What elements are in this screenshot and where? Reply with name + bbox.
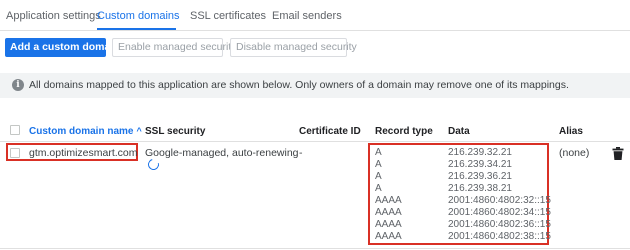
column-header-ssl: SSL security <box>145 126 206 137</box>
enable-managed-security-button[interactable]: Enable managed security <box>112 38 237 57</box>
domain-name: gtm.optimizesmart.com <box>29 147 138 159</box>
table-header-divider <box>0 141 630 142</box>
record-type: A <box>375 171 382 182</box>
record-data: 216.239.34.21 <box>448 159 512 170</box>
column-header-record-type: Record type <box>375 126 433 137</box>
record-data: 216.239.32.21 <box>448 147 512 158</box>
record-type: AAAA <box>375 231 402 242</box>
loading-spinner-icon <box>145 156 162 173</box>
info-banner: i All domains mapped to this application… <box>0 73 630 98</box>
alias-value: (none) <box>559 147 590 159</box>
column-header-domain-label: Custom domain name <box>29 126 134 137</box>
row-divider <box>0 248 630 249</box>
tab-bar: Application settings Custom domains SSL … <box>0 0 630 30</box>
tab-custom-domains[interactable]: Custom domains <box>97 10 180 22</box>
record-type: AAAA <box>375 219 402 230</box>
record-type: AAAA <box>375 195 402 206</box>
info-icon: i <box>12 79 24 91</box>
record-type: AAAA <box>375 207 402 218</box>
column-header-domain[interactable]: Custom domain name ^ <box>29 126 142 137</box>
tab-ssl-certificates[interactable]: SSL certificates <box>190 10 266 22</box>
tab-application-settings[interactable]: Application settings <box>6 10 101 22</box>
certificate-id: - <box>299 147 303 159</box>
column-header-alias: Alias <box>559 126 583 137</box>
disable-managed-security-button[interactable]: Disable managed security <box>230 38 357 57</box>
record-data: 2001:4860:4802:38::15 <box>448 231 551 242</box>
record-type: A <box>375 147 382 158</box>
info-banner-text: All domains mapped to this application a… <box>29 79 569 91</box>
tab-email-senders[interactable]: Email senders <box>272 10 342 22</box>
column-header-certificate: Certificate ID <box>299 126 361 137</box>
record-data: 2001:4860:4802:32::15 <box>448 195 551 206</box>
add-custom-domain-button[interactable]: Add a custom domain <box>5 38 120 57</box>
delete-icon[interactable] <box>612 147 624 160</box>
record-data: 216.239.36.21 <box>448 171 512 182</box>
ssl-status: Google-managed, auto-renewing <box>145 147 299 159</box>
select-all-checkbox[interactable] <box>10 125 20 135</box>
record-type: A <box>375 159 382 170</box>
record-data: 2001:4860:4802:36::15 <box>448 219 551 230</box>
record-type: A <box>375 183 382 194</box>
record-data: 216.239.38.21 <box>448 183 512 194</box>
record-data: 2001:4860:4802:34::15 <box>448 207 551 218</box>
column-header-data: Data <box>448 126 470 137</box>
sort-ascending-icon: ^ <box>136 126 142 136</box>
tabs-divider <box>0 30 630 31</box>
